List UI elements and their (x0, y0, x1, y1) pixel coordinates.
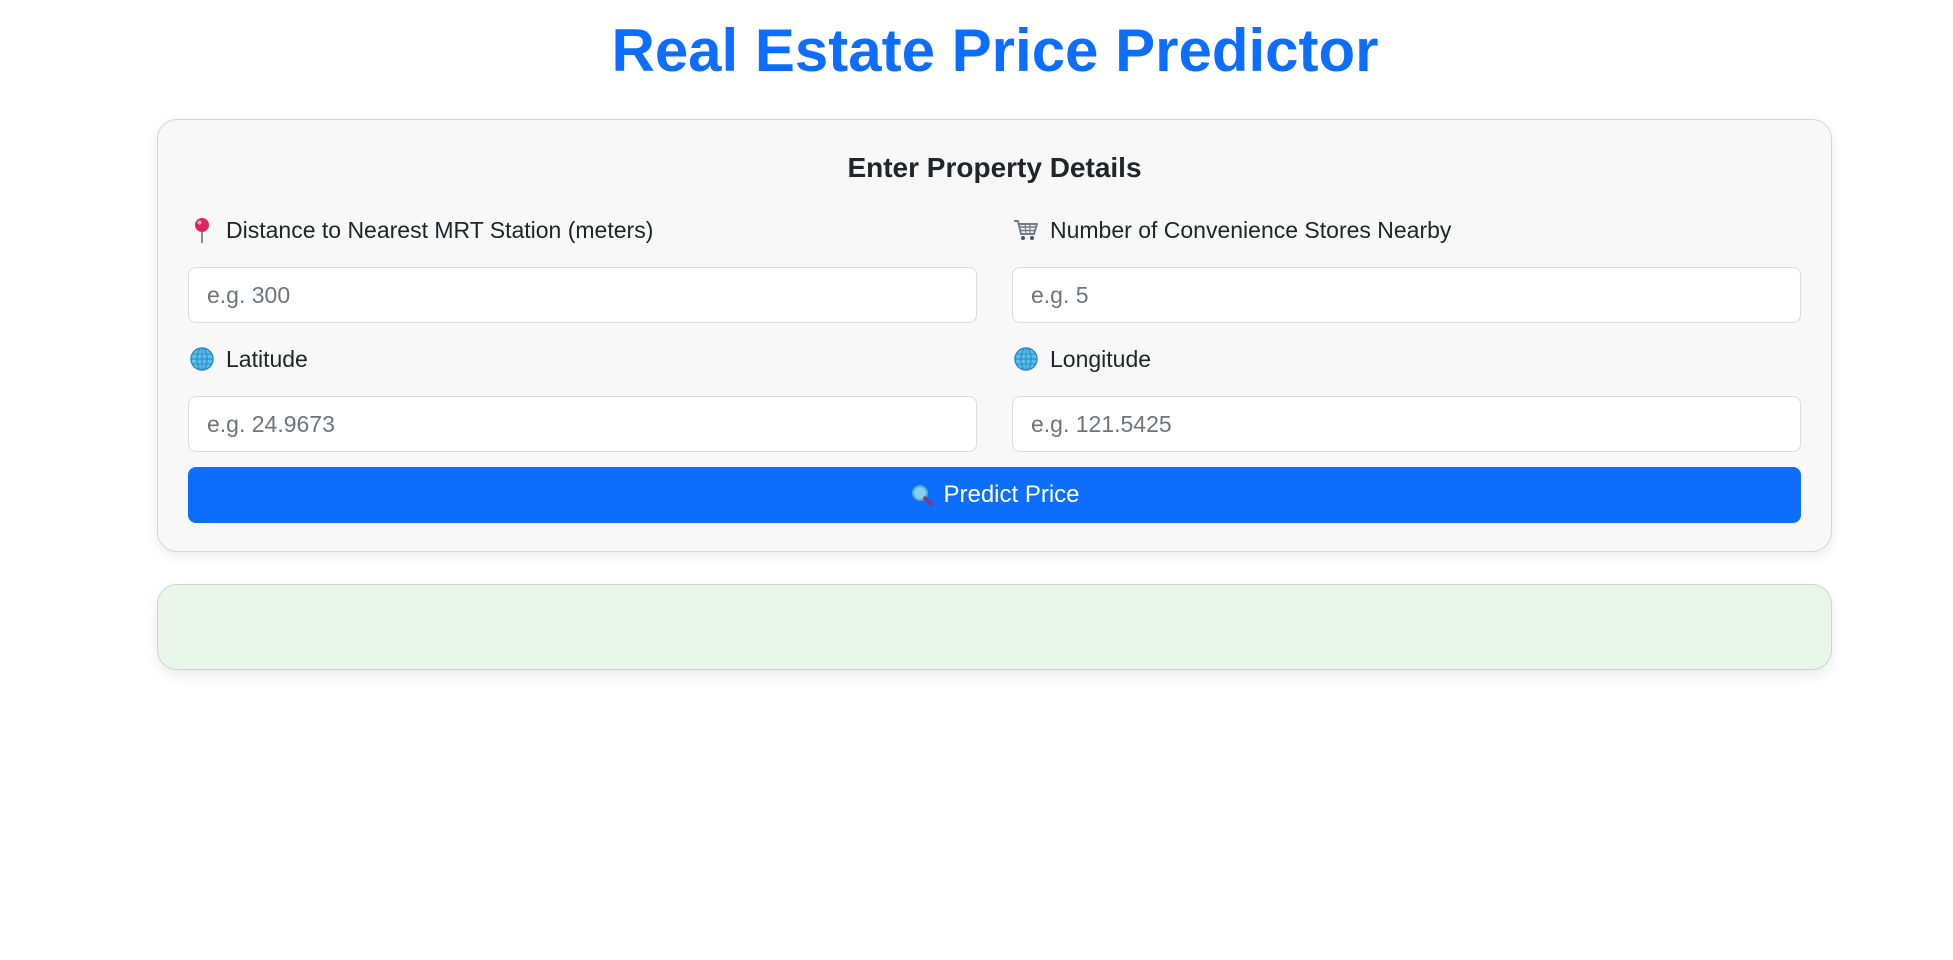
predict-price-label: Predict Price (943, 481, 1080, 508)
prediction-result-box (157, 584, 1832, 670)
convenience-stores-input[interactable] (1012, 267, 1801, 323)
convenience-stores-field: Number of Convenience Stores Nearby (1012, 213, 1801, 323)
longitude-input[interactable] (1012, 396, 1801, 452)
predict-price-button[interactable]: Predict Price (188, 467, 1801, 523)
latitude-label: Latitude (188, 342, 977, 376)
property-form-card: Enter Property Details Distance to Neare… (157, 119, 1832, 552)
globe-icon (188, 345, 216, 373)
page-title: Real Estate Price Predictor (611, 17, 1379, 84)
convenience-stores-label: Number of Convenience Stores Nearby (1012, 213, 1801, 247)
convenience-stores-label-text: Number of Convenience Stores Nearby (1050, 216, 1452, 243)
distance-mrt-input[interactable] (188, 267, 977, 323)
distance-mrt-label-text: Distance to Nearest MRT Station (meters) (226, 216, 654, 243)
latitude-input[interactable] (188, 396, 977, 452)
globe-icon (1012, 345, 1040, 373)
magnifier-icon (909, 482, 935, 508)
pin-icon (188, 216, 216, 244)
form-heading: Enter Property Details (847, 152, 1142, 183)
distance-mrt-label: Distance to Nearest MRT Station (meters) (188, 213, 977, 247)
cart-icon (1012, 216, 1040, 244)
longitude-label-text: Longitude (1050, 345, 1152, 372)
distance-mrt-field: Distance to Nearest MRT Station (meters) (188, 213, 977, 323)
longitude-field: Longitude (1012, 342, 1801, 452)
latitude-field: Latitude (188, 342, 977, 452)
latitude-label-text: Latitude (226, 345, 308, 372)
longitude-label: Longitude (1012, 342, 1801, 376)
